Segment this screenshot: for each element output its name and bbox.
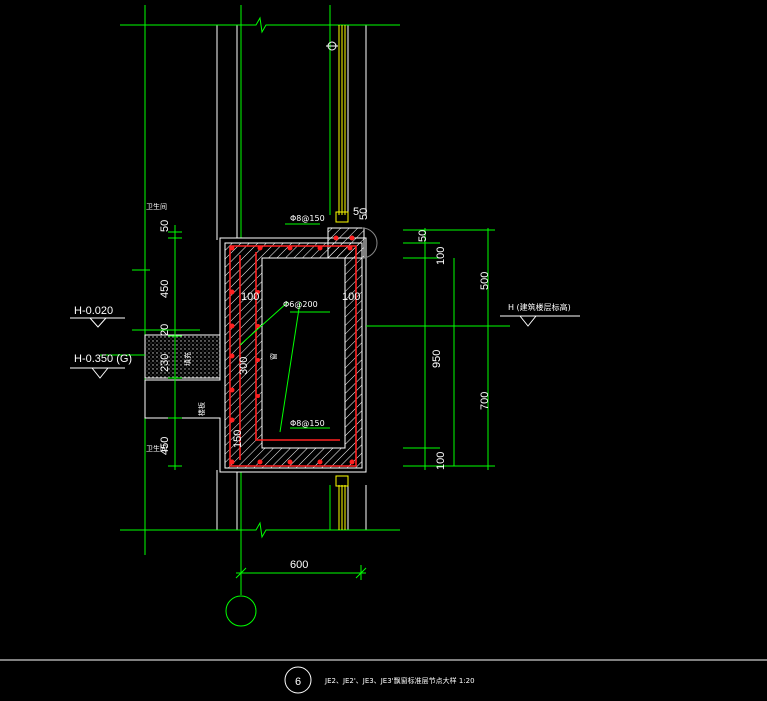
rebar-top-label: Φ8@150 — [290, 214, 325, 223]
detail-title: JE2、JE2'、JE3、JE3'飘窗标准层节点大样 1:20 — [324, 676, 475, 685]
bottom-thk-label: 150 — [232, 430, 244, 448]
right-dim-100-top: 100 — [435, 247, 447, 265]
inner-height-label: 300 — [238, 357, 250, 375]
right-dim-500: 500 — [479, 272, 491, 290]
left-dim-230: 230 — [159, 354, 171, 372]
detail-drawing: 6 JE2、JE2'、JE3、JE3'飘窗标准层节点大样 1:20 卫生间 卫生… — [0, 5, 767, 694]
elevation-1: H-0.020 — [74, 305, 113, 317]
inside-note: 窗 — [269, 353, 278, 360]
bay-window-body — [144, 227, 378, 473]
left-dim-50: 50 — [159, 220, 171, 232]
detail-number: 6 — [295, 676, 301, 688]
left-dim-450-upper: 450 — [159, 280, 171, 298]
right-dim-100-bottom: 100 — [435, 452, 447, 470]
axis-bubble — [225, 595, 257, 627]
rebar-mid-label: Φ6@200 — [283, 300, 318, 309]
left-dim-450-lower: 450 — [159, 437, 171, 455]
right-dim-50: 50 — [417, 230, 429, 242]
fill-note: 填充 — [183, 352, 192, 366]
cover-left-label: 100 — [241, 291, 259, 303]
cover-right-label: 100 — [342, 291, 360, 303]
right-dim-950: 950 — [431, 350, 443, 368]
right-dim-700: 700 — [479, 392, 491, 410]
rebar-bottom-label: Φ8@150 — [290, 419, 325, 428]
elevation-2: H-0.350 (G) — [74, 353, 132, 365]
room-label-upper: 卫生间 — [146, 202, 167, 211]
dim-50-label: 50 — [358, 208, 370, 220]
frame-symbol — [326, 41, 338, 51]
left-dim-20: 20 — [159, 324, 171, 336]
bottom-dim-600: 600 — [290, 559, 308, 571]
elevation-3: H (建筑楼层标高) — [508, 302, 571, 312]
board-note: 楼板 — [197, 402, 206, 416]
